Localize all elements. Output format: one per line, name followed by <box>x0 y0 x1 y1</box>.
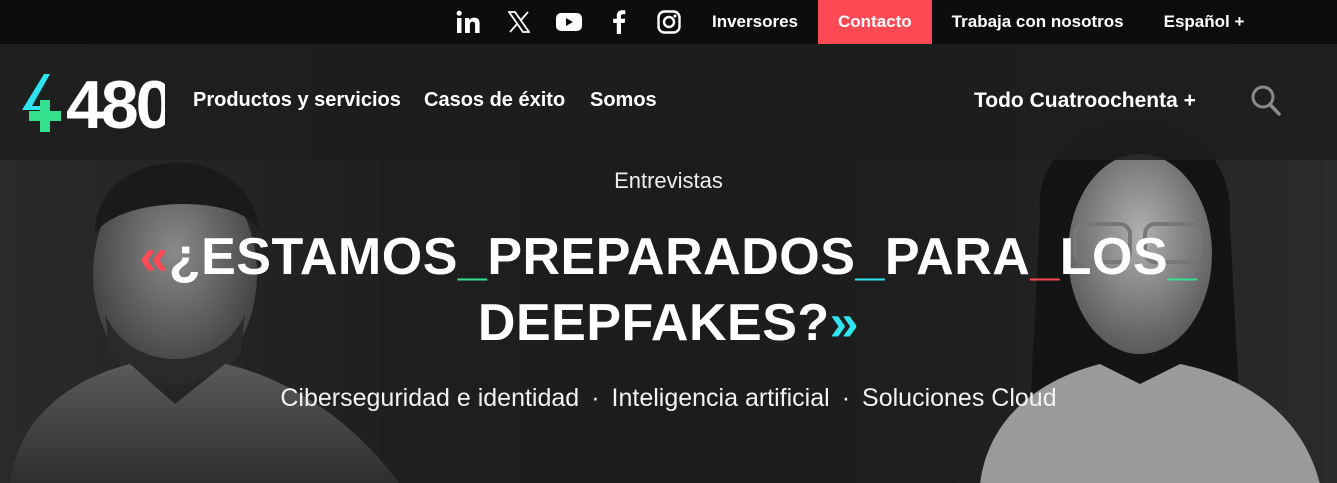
work-with-us-link[interactable]: Trabaja con nosotros <box>932 0 1144 44</box>
title-underscore: _ <box>1168 228 1198 286</box>
hero-banner: 480 Productos y servicios Casos de éxito… <box>0 44 1337 483</box>
tag-separator: · <box>841 384 851 412</box>
contact-button[interactable]: Contacto <box>818 0 932 44</box>
title-word: LOS <box>1059 228 1169 286</box>
article-category[interactable]: Entrevistas <box>0 168 1337 194</box>
open-quote: « <box>139 228 169 286</box>
search-icon[interactable] <box>1250 84 1282 118</box>
tag-separator: · <box>591 384 600 412</box>
title-word: DEEPFAKES? <box>477 294 830 352</box>
instagram-icon[interactable] <box>644 0 694 44</box>
tag-ai[interactable]: Inteligencia artificial <box>612 384 830 412</box>
nav-all-cuatroochenta[interactable]: Todo Cuatroochenta + <box>974 89 1196 113</box>
article-tags: Ciberseguridad e identidad · Inteligencia … <box>0 384 1337 413</box>
nav-about[interactable]: Somos <box>590 89 657 112</box>
top-bar: Inversores Contacto Trabaja con nosotros… <box>0 0 1337 44</box>
logo-text: 480 <box>66 70 165 136</box>
social-links <box>444 0 694 44</box>
facebook-icon[interactable] <box>594 0 644 44</box>
title-underscore: _ <box>457 228 488 286</box>
tag-cybersecurity[interactable]: Ciberseguridad e identidad <box>280 384 579 412</box>
linkedin-icon[interactable] <box>444 0 494 44</box>
language-selector[interactable]: Español + <box>1144 0 1265 44</box>
logo-480[interactable]: 480 <box>20 70 165 136</box>
nav-products[interactable]: Productos y servicios <box>193 89 401 112</box>
title-word: PREPARADOS <box>487 228 856 286</box>
youtube-icon[interactable] <box>544 0 594 44</box>
nav-success-cases[interactable]: Casos de éxito <box>424 89 565 112</box>
investors-link[interactable]: Inversores <box>692 0 818 44</box>
article-title[interactable]: «¿ESTAMOS_PREPARADOS_PARA_LOS_ DEEPFAKES?… <box>0 224 1337 356</box>
x-icon[interactable] <box>494 0 544 44</box>
title-word: PARA <box>884 228 1031 286</box>
title-underscore: _ <box>1030 228 1060 286</box>
close-quote: » <box>829 294 860 352</box>
title-word: ¿ESTAMOS <box>168 228 458 286</box>
tag-cloud[interactable]: Soluciones Cloud <box>862 384 1057 412</box>
title-underscore: _ <box>855 228 885 286</box>
